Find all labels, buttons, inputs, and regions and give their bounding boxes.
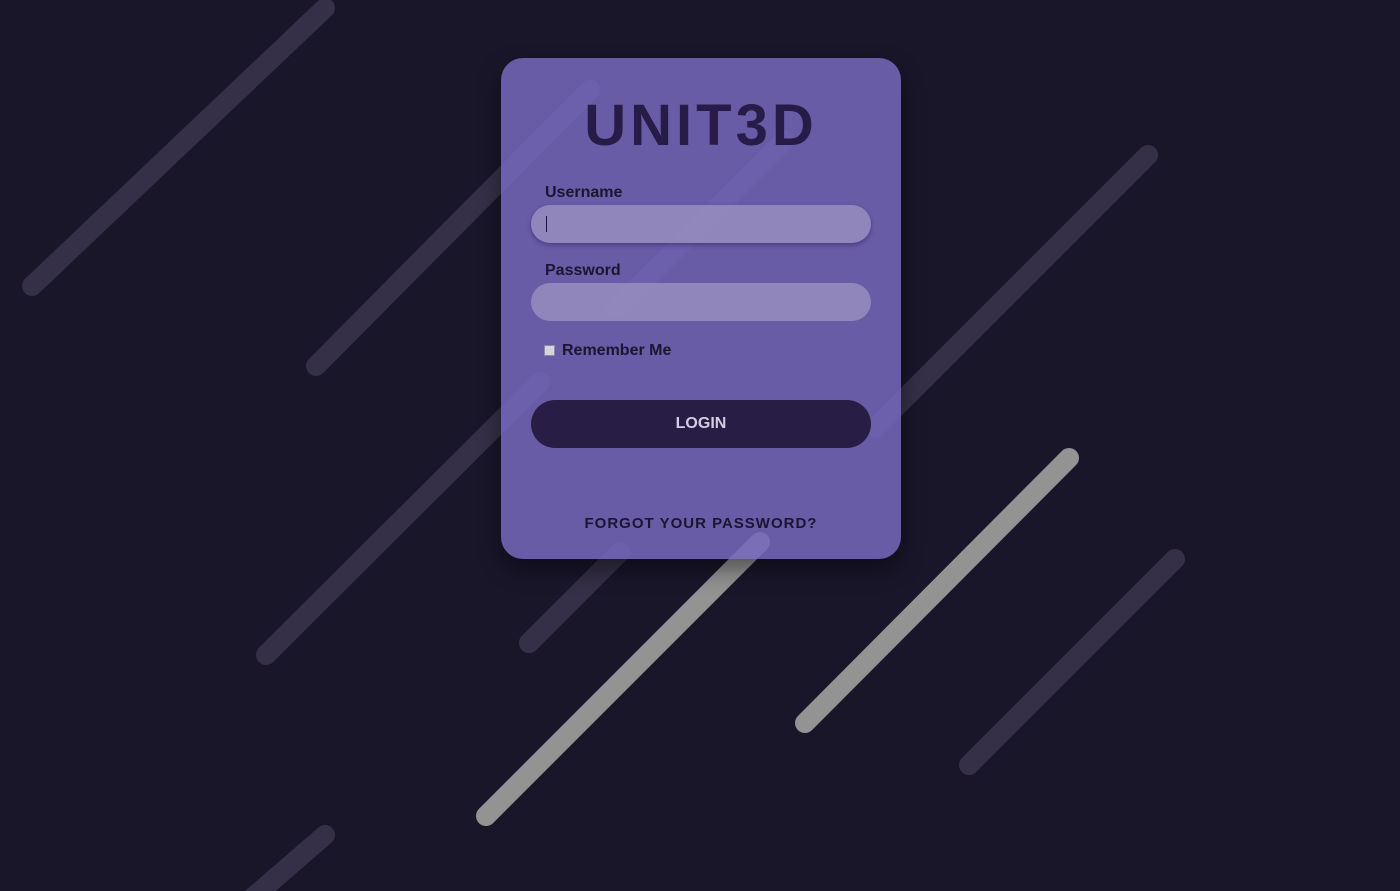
password-label: Password: [545, 262, 621, 279]
username-input[interactable]: [531, 205, 871, 243]
login-page: UNIT3D Username Password Remember Me LOG…: [0, 0, 1400, 891]
background-streak: [256, 372, 550, 665]
text-cursor: [546, 216, 547, 232]
brand-logo: UNIT3D: [584, 93, 818, 158]
background-streak: [22, 0, 335, 296]
background-streak: [476, 532, 770, 826]
remember-me-row[interactable]: Remember Me: [544, 342, 671, 360]
username-label: Username: [545, 184, 623, 201]
forgot-password-link[interactable]: FORGOT YOUR PASSWORD?: [501, 515, 901, 532]
remember-me-label[interactable]: Remember Me: [562, 342, 671, 360]
background-streak: [245, 825, 335, 891]
login-card: UNIT3D Username Password Remember Me LOG…: [501, 58, 901, 559]
password-input[interactable]: [531, 283, 871, 321]
background-streak: [519, 542, 630, 653]
background-streak: [865, 145, 1158, 438]
login-button[interactable]: LOGIN: [531, 400, 871, 448]
background-streak: [959, 549, 1185, 775]
remember-me-checkbox[interactable]: [544, 344, 555, 356]
